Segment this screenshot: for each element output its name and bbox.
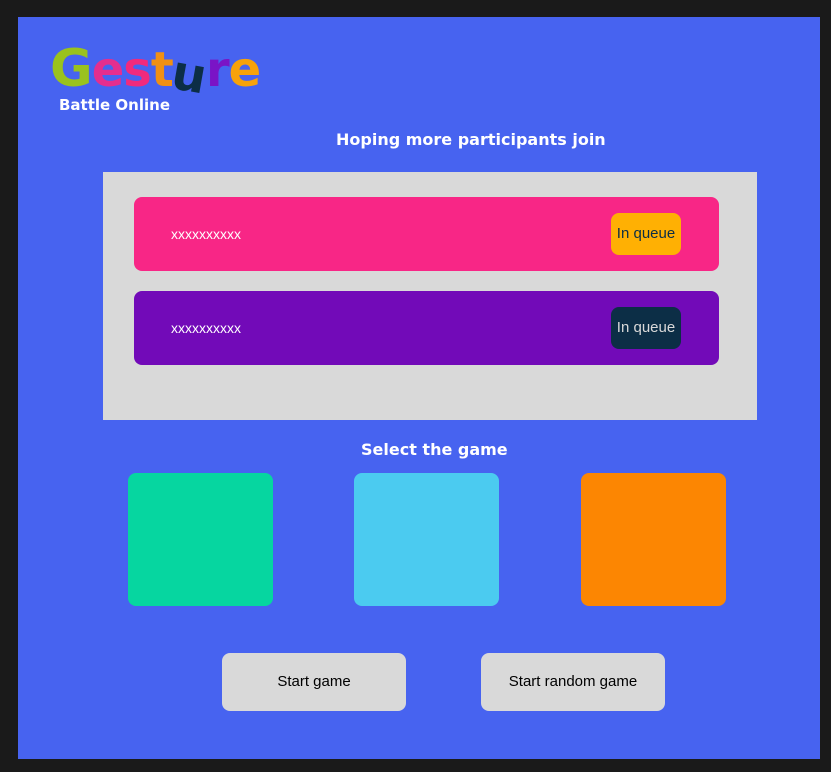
player-card: xxxxxxxxxx In queue <box>134 197 719 271</box>
start-random-game-button[interactable]: Start random game <box>481 653 665 711</box>
gesture-logo: Gesture <box>50 39 262 105</box>
player-name: xxxxxxxxxx <box>171 320 241 336</box>
game-tile-1[interactable] <box>128 473 273 606</box>
logo-letter: e <box>228 42 262 98</box>
logo-letter: s <box>123 42 152 98</box>
queue-heading: Hoping more participants join <box>336 130 606 149</box>
start-game-button[interactable]: Start game <box>222 653 406 711</box>
logo-letter: G <box>50 39 93 99</box>
queue-panel: xxxxxxxxxx In queue xxxxxxxxxx In queue <box>103 172 757 420</box>
logo-letter: e <box>91 42 125 98</box>
player-card: xxxxxxxxxx In queue <box>134 291 719 365</box>
app-window: Gesture Battle Online Hoping more partic… <box>18 17 820 759</box>
status-badge: In queue <box>611 213 681 255</box>
player-name: xxxxxxxxxx <box>171 226 241 242</box>
game-tile-2[interactable] <box>354 473 499 606</box>
select-game-heading: Select the game <box>361 440 508 459</box>
logo-letter: u <box>167 44 210 106</box>
status-badge: In queue <box>611 307 681 349</box>
app-subtitle: Battle Online <box>59 96 170 114</box>
game-tile-3[interactable] <box>581 473 726 606</box>
